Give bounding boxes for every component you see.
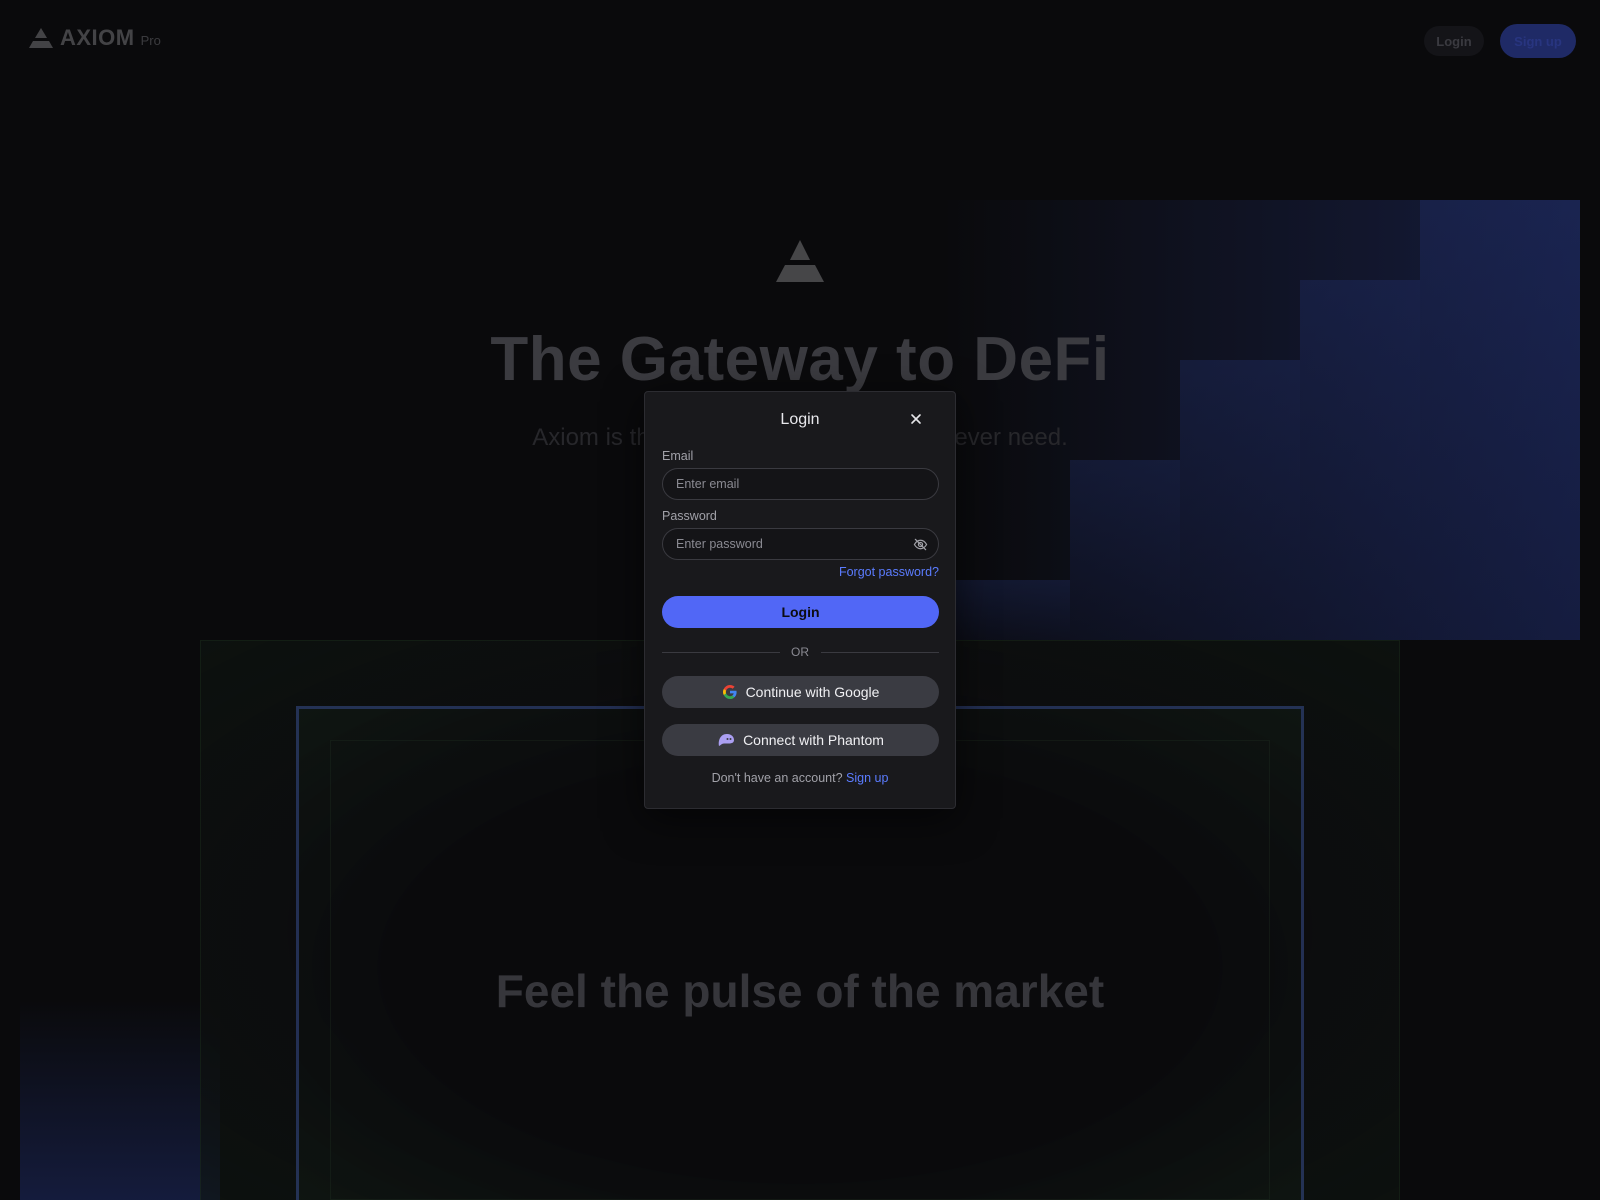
password-visibility-toggle[interactable] xyxy=(912,536,928,552)
page: AXIOM Pro Login Sign up The Gateway to D… xyxy=(0,0,1600,1200)
google-login-button[interactable]: Continue with Google xyxy=(662,676,939,708)
email-field[interactable] xyxy=(662,468,939,500)
hero-title: The Gateway to DeFi xyxy=(490,325,1110,394)
login-modal: Login Email Password Forgot password? Lo… xyxy=(644,391,956,809)
google-button-label: Continue with Google xyxy=(745,684,880,700)
nav-login-button[interactable]: Login xyxy=(1424,26,1484,56)
email-label: Email xyxy=(662,449,694,463)
hero-background-bars xyxy=(950,200,1580,640)
brand[interactable]: AXIOM Pro xyxy=(28,26,161,50)
divider-right xyxy=(821,652,939,653)
eye-off-icon xyxy=(913,538,927,550)
top-navigation: AXIOM Pro Login Sign up xyxy=(0,0,1600,80)
close-button[interactable] xyxy=(907,410,925,428)
forgot-password-link[interactable]: Forgot password? xyxy=(839,565,939,579)
hero-logo-icon xyxy=(776,240,824,282)
phantom-connect-button[interactable]: Connect with Phantom xyxy=(662,724,939,756)
password-label: Password xyxy=(662,509,717,523)
no-account-text: Don't have an account? xyxy=(711,771,843,785)
login-submit-button[interactable]: Login xyxy=(662,596,939,628)
corner-background-glow xyxy=(20,1000,220,1200)
axiom-logo-icon xyxy=(29,28,53,48)
close-icon xyxy=(911,414,921,424)
password-field[interactable] xyxy=(662,528,939,560)
signup-link[interactable]: Sign up xyxy=(846,771,888,785)
market-section-title: Feel the pulse of the market xyxy=(495,965,1105,1017)
phantom-button-label: Connect with Phantom xyxy=(743,732,884,748)
brand-sub: Pro xyxy=(140,33,161,48)
brand-name: AXIOM xyxy=(60,25,135,50)
nav-signup-button[interactable]: Sign up xyxy=(1500,24,1576,58)
google-icon xyxy=(722,685,737,699)
signup-prompt: Don't have an account? Sign up xyxy=(645,771,955,785)
phantom-icon xyxy=(718,734,735,746)
